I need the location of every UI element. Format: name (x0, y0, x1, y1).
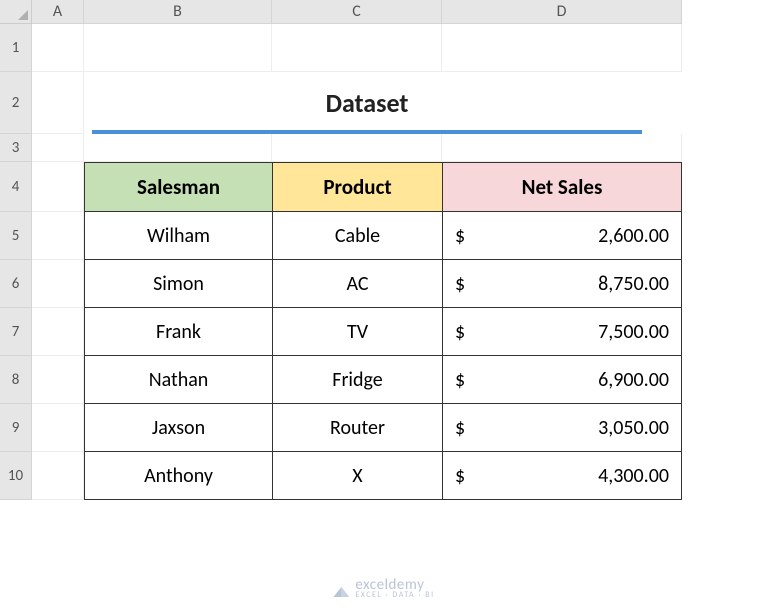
watermark: exceldemy EXCEL · DATA · BI (333, 578, 434, 599)
column-header-d[interactable]: D (442, 0, 682, 24)
cell-b3[interactable] (84, 134, 272, 162)
currency-symbol: $ (455, 320, 465, 344)
table-row[interactable]: AC (272, 260, 442, 308)
spreadsheet-grid: A B C D 1 2 Dataset 3 4 Salesman Product… (0, 0, 768, 500)
currency-symbol: $ (455, 368, 465, 392)
net-sales-value: 4,300.00 (598, 464, 669, 488)
cell-b1[interactable] (84, 24, 272, 72)
row-header-7[interactable]: 7 (0, 308, 32, 356)
cell-a8[interactable] (32, 356, 84, 404)
row-header-2[interactable]: 2 (0, 72, 32, 134)
table-row[interactable]: Fridge (272, 356, 442, 404)
column-header-b[interactable]: B (84, 0, 272, 24)
table-row[interactable]: $ 4,300.00 (442, 452, 682, 500)
row-header-10[interactable]: 10 (0, 452, 32, 500)
table-header-net-sales[interactable]: Net Sales (442, 162, 682, 212)
cell-c1[interactable] (272, 24, 442, 72)
row-header-4[interactable]: 4 (0, 162, 32, 212)
table-row[interactable]: Router (272, 404, 442, 452)
dataset-title[interactable]: Dataset (92, 76, 642, 134)
cell-a4[interactable] (32, 162, 84, 212)
net-sales-value: 8,750.00 (598, 272, 669, 296)
cell-a3[interactable] (32, 134, 84, 162)
table-header-product[interactable]: Product (272, 162, 442, 212)
cell-d1[interactable] (442, 24, 682, 72)
table-row[interactable]: $ 7,500.00 (442, 308, 682, 356)
row-header-3[interactable]: 3 (0, 134, 32, 162)
table-row[interactable]: Wilham (84, 212, 272, 260)
row-header-5[interactable]: 5 (0, 212, 32, 260)
cell-d3[interactable] (442, 134, 682, 162)
table-row[interactable]: $ 6,900.00 (442, 356, 682, 404)
table-row[interactable]: $ 3,050.00 (442, 404, 682, 452)
cell-a5[interactable] (32, 212, 84, 260)
currency-symbol: $ (455, 416, 465, 440)
row-header-6[interactable]: 6 (0, 260, 32, 308)
cell-a2[interactable] (32, 72, 84, 134)
table-row[interactable]: $ 2,600.00 (442, 212, 682, 260)
net-sales-value: 3,050.00 (598, 416, 669, 440)
cell-a10[interactable] (32, 452, 84, 500)
select-all-corner[interactable] (0, 0, 32, 24)
cell-c3[interactable] (272, 134, 442, 162)
table-header-salesman[interactable]: Salesman (84, 162, 272, 212)
table-row[interactable]: Cable (272, 212, 442, 260)
net-sales-value: 2,600.00 (598, 224, 669, 248)
cell-a6[interactable] (32, 260, 84, 308)
exceldemy-logo-icon (333, 581, 349, 597)
row-header-9[interactable]: 9 (0, 404, 32, 452)
cell-a9[interactable] (32, 404, 84, 452)
cell-a7[interactable] (32, 308, 84, 356)
table-row[interactable]: TV (272, 308, 442, 356)
watermark-tagline: EXCEL · DATA · BI (355, 591, 434, 599)
cell-a1[interactable] (32, 24, 84, 72)
table-row[interactable]: Jaxson (84, 404, 272, 452)
table-row[interactable]: Frank (84, 308, 272, 356)
net-sales-value: 6,900.00 (598, 368, 669, 392)
currency-symbol: $ (455, 224, 465, 248)
currency-symbol: $ (455, 464, 465, 488)
row-header-1[interactable]: 1 (0, 24, 32, 72)
column-header-a[interactable]: A (32, 0, 84, 24)
table-row[interactable]: Anthony (84, 452, 272, 500)
row-header-8[interactable]: 8 (0, 356, 32, 404)
net-sales-value: 7,500.00 (598, 320, 669, 344)
column-header-c[interactable]: C (272, 0, 442, 24)
currency-symbol: $ (455, 272, 465, 296)
table-row[interactable]: Nathan (84, 356, 272, 404)
table-row[interactable]: $ 8,750.00 (442, 260, 682, 308)
table-row[interactable]: Simon (84, 260, 272, 308)
table-row[interactable]: X (272, 452, 442, 500)
